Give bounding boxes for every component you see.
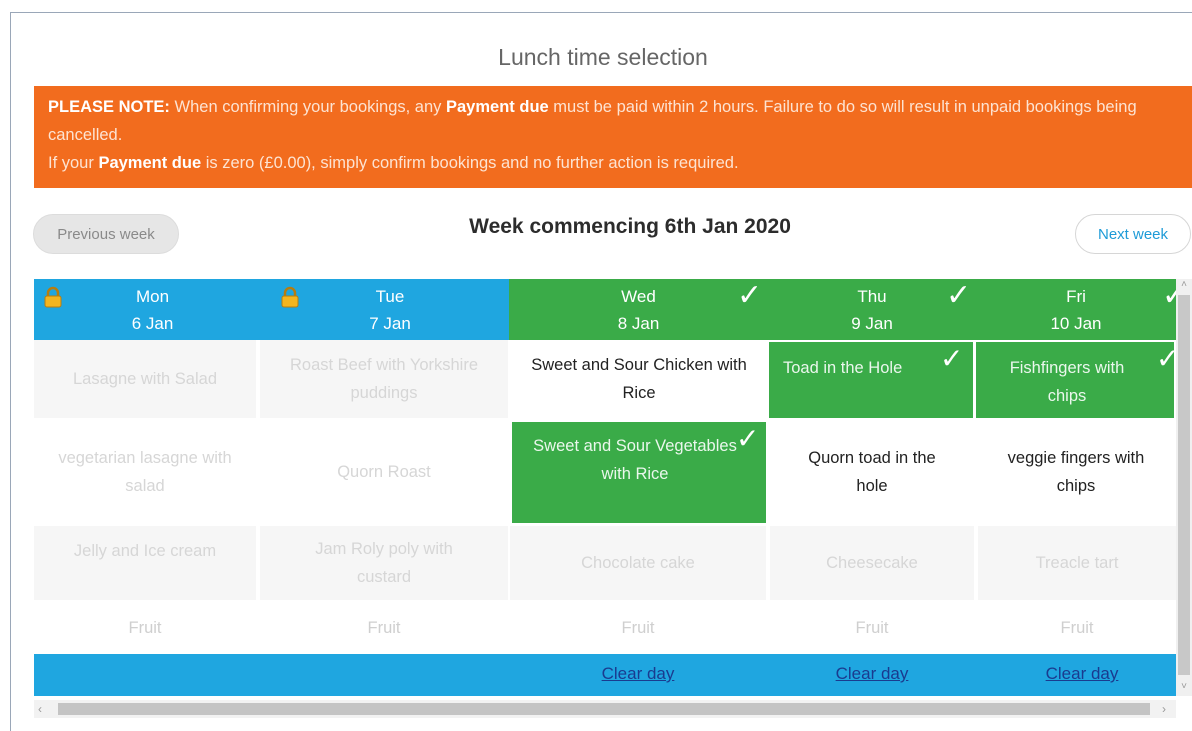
- day-header-fri[interactable]: Fri 10 Jan ✓: [976, 279, 1187, 340]
- meal-option-tue-fruit: Fruit: [260, 602, 508, 654]
- scroll-up-icon[interactable]: ˄: [1176, 279, 1192, 290]
- meal-option-mon-main: Lasagne with Salad: [34, 340, 256, 418]
- day-header-wed[interactable]: Wed 8 Jan ✓: [509, 279, 768, 340]
- meal-label: Fishfingers with chips: [1009, 359, 1125, 405]
- week-title: Week commencing 6th Jan 2020: [469, 215, 791, 238]
- meal-option-tue-veg: Quorn Roast: [260, 420, 508, 524]
- vertical-scroll-thumb[interactable]: [1178, 295, 1190, 675]
- meal-option-thu-dessert[interactable]: Cheesecake: [770, 526, 974, 600]
- meal-option-wed-veg[interactable]: Sweet and Sour Vegetables with Rice ✓: [510, 420, 768, 525]
- meal-option-mon-fruit: Fruit: [34, 602, 256, 654]
- day-date: 10 Jan: [1050, 314, 1102, 333]
- clear-day-fri-link[interactable]: Clear day: [998, 664, 1166, 684]
- page-title: Lunch time selection: [498, 44, 708, 70]
- previous-week-button[interactable]: Previous week: [33, 214, 179, 254]
- meal-option-tue-dessert: Jam Roly poly with custard: [260, 526, 508, 600]
- day-name: Tue: [375, 287, 405, 306]
- meal-option-wed-dessert[interactable]: Chocolate cake: [510, 526, 766, 600]
- day-name: Fri: [1066, 287, 1086, 306]
- meal-option-fri-veg[interactable]: veggie fingers with chips: [976, 420, 1176, 524]
- day-date: 7 Jan: [369, 314, 411, 333]
- horizontal-scrollbar[interactable]: ‹ ›: [34, 700, 1176, 718]
- day-name: Mon: [135, 287, 170, 306]
- meal-label: Toad in the Hole: [783, 359, 903, 377]
- meal-option-thu-veg[interactable]: Quorn toad in the hole: [768, 420, 976, 524]
- meal-option-fri-main[interactable]: Fishfingers with chips ✓: [974, 340, 1179, 420]
- scroll-down-icon[interactable]: ˅: [1176, 681, 1192, 692]
- check-icon: ✓: [737, 279, 763, 312]
- meal-option-thu-main[interactable]: Toad in the Hole ✓: [767, 340, 975, 420]
- day-header-thu[interactable]: Thu 9 Jan ✓: [768, 279, 976, 340]
- day-date: 8 Jan: [617, 314, 660, 333]
- meal-option-mon-dessert: Jelly and Ice cream: [34, 526, 256, 600]
- notice-label: PLEASE NOTE:: [48, 98, 170, 116]
- check-icon: ✓: [940, 343, 964, 374]
- check-icon: ✓: [946, 279, 972, 312]
- check-icon: ✓: [736, 423, 760, 454]
- meal-option-mon-veg: vegetarian lasagne with salad: [34, 420, 256, 524]
- scroll-right-icon[interactable]: ›: [1162, 700, 1166, 718]
- day-header-mon: Mon 6 Jan: [34, 279, 271, 340]
- next-week-button[interactable]: Next week: [1075, 214, 1191, 254]
- day-date: 9 Jan: [851, 314, 893, 333]
- meal-option-wed-main[interactable]: Sweet and Sour Chicken with Rice: [510, 340, 768, 418]
- horizontal-scroll-thumb[interactable]: [58, 703, 1150, 715]
- clear-day-thu-link[interactable]: Clear day: [788, 664, 956, 684]
- meal-option-thu-fruit[interactable]: Fruit: [770, 602, 974, 654]
- meal-option-wed-fruit[interactable]: Fruit: [510, 602, 766, 654]
- meal-label: Sweet and Sour Vegetables with Rice: [533, 437, 737, 483]
- day-name: Thu: [857, 287, 887, 306]
- meal-option-fri-fruit[interactable]: Fruit: [978, 602, 1176, 654]
- vertical-scrollbar[interactable]: ˄ ˅: [1176, 279, 1192, 696]
- day-actions-bar: Clear day Clear day Clear day: [34, 654, 1176, 696]
- scroll-left-icon[interactable]: ‹: [38, 700, 42, 718]
- day-name: Wed: [621, 287, 656, 306]
- payment-notice: PLEASE NOTE: When confirming your bookin…: [34, 86, 1192, 188]
- day-header-tue: Tue 7 Jan: [271, 279, 509, 340]
- clear-day-wed-link[interactable]: Clear day: [554, 664, 722, 684]
- meal-option-tue-main: Roast Beef with Yorkshire puddings: [260, 340, 508, 418]
- day-date: 6 Jan: [131, 314, 174, 333]
- meal-option-fri-dessert[interactable]: Treacle tart: [978, 526, 1176, 600]
